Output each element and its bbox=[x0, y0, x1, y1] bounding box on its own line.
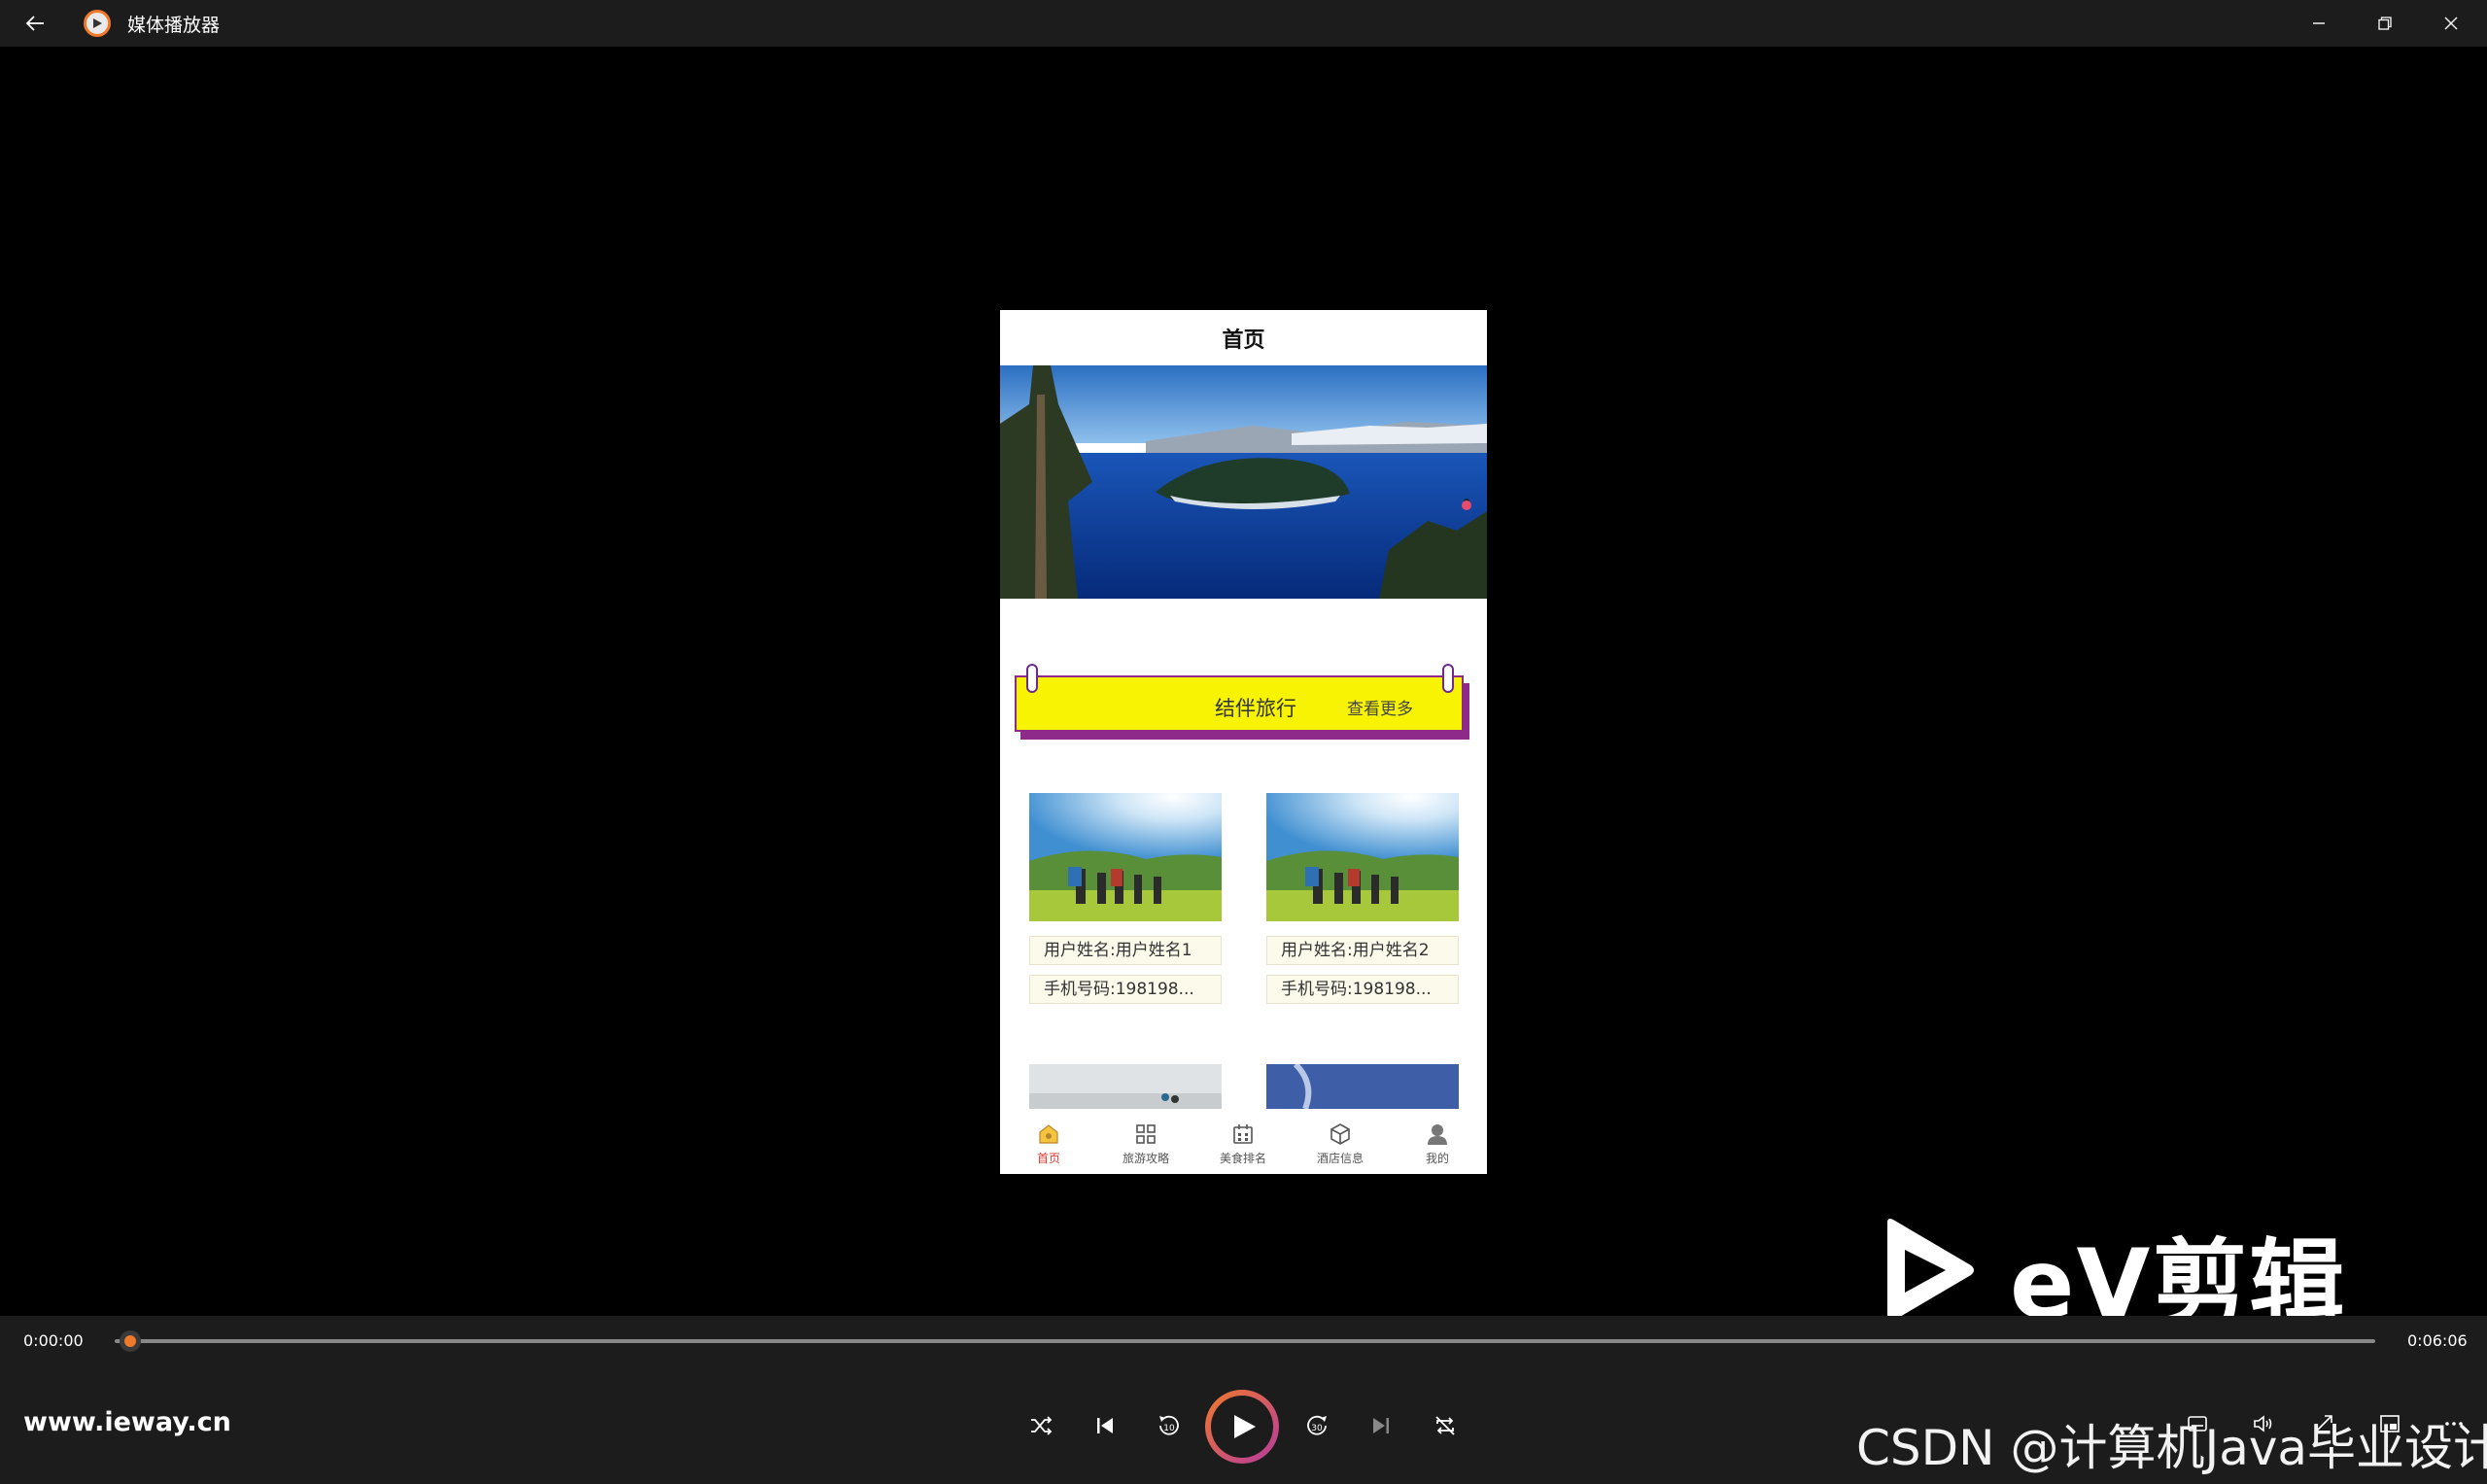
user-name-field: 用户姓名:用户姓名1 bbox=[1029, 936, 1222, 965]
hikers-image bbox=[1029, 793, 1222, 921]
carousel-indicator-dot[interactable] bbox=[1462, 500, 1471, 510]
play-button[interactable] bbox=[1205, 1390, 1279, 1464]
card-image-partial bbox=[1266, 1064, 1459, 1109]
ev-logo-play-icon bbox=[1887, 1219, 1974, 1322]
card-image-partial bbox=[1029, 1064, 1222, 1109]
forward-30-button[interactable]: 30 bbox=[1295, 1404, 1338, 1447]
svg-text:30: 30 bbox=[1311, 1424, 1323, 1433]
cube-icon bbox=[1330, 1123, 1350, 1145]
tab-hotel-info[interactable]: 酒店信息 bbox=[1292, 1117, 1389, 1174]
media-player-app-icon bbox=[84, 10, 111, 37]
tab-food-ranking[interactable]: 美食排名 bbox=[1194, 1117, 1292, 1174]
bottom-tab-bar: 首页 旅游攻略 美食排名 酒店信息 我的 bbox=[1000, 1117, 1487, 1174]
window-title: 媒体播放器 bbox=[127, 15, 221, 36]
calendar-icon bbox=[1233, 1124, 1253, 1144]
minimize-icon[interactable] bbox=[2286, 0, 2352, 47]
svg-text:10: 10 bbox=[1163, 1424, 1175, 1433]
phone-number-field: 手机号码:198198... bbox=[1029, 975, 1222, 1004]
restore-icon[interactable] bbox=[2352, 0, 2418, 47]
companion-card-1[interactable]: 用户姓名:用户姓名1 手机号码:198198... bbox=[1029, 793, 1222, 1004]
tab-mine[interactable]: 我的 bbox=[1389, 1117, 1486, 1174]
user-icon bbox=[1428, 1124, 1447, 1145]
shuffle-button[interactable] bbox=[1019, 1404, 1062, 1447]
hanger-hook-icon bbox=[1026, 664, 1038, 693]
companion-card-2[interactable]: 用户姓名:用户姓名2 手机号码:198198... bbox=[1266, 793, 1459, 1004]
tab-travel-guide[interactable]: 旅游攻略 bbox=[1097, 1117, 1194, 1174]
section-title: 结伴旅行 bbox=[1215, 697, 1296, 720]
close-icon[interactable] bbox=[2418, 0, 2484, 47]
current-time: 0:00:00 bbox=[23, 1331, 84, 1350]
seek-thumb[interactable] bbox=[120, 1330, 141, 1352]
view-more-link[interactable]: 查看更多 bbox=[1347, 695, 1413, 719]
shuffle-icon bbox=[1031, 1416, 1053, 1435]
hanger-hook-icon bbox=[1442, 664, 1454, 693]
repeat-button[interactable] bbox=[1424, 1404, 1467, 1447]
next-icon bbox=[1373, 1418, 1389, 1433]
seek-bar[interactable] bbox=[115, 1339, 2375, 1343]
total-time: 0:06:06 bbox=[2407, 1331, 2468, 1350]
playback-controls: 0:00:00 0:06:06 www.ieway.cn 10 30 CSDN … bbox=[0, 1316, 2487, 1484]
section-header: 结伴旅行 查看更多 bbox=[1015, 664, 1469, 740]
banner-lake-image bbox=[1000, 365, 1487, 599]
rewind-10-button[interactable]: 10 bbox=[1148, 1404, 1191, 1447]
watermark-url: www.ieway.cn bbox=[23, 1407, 231, 1437]
repeat-off-icon bbox=[1435, 1416, 1455, 1435]
csdn-watermark: CSDN @计算机Java毕业设计 bbox=[1856, 1420, 2487, 1476]
title-bar: 媒体播放器 bbox=[0, 0, 2487, 47]
user-name-field: 用户姓名:用户姓名2 bbox=[1266, 936, 1459, 965]
tab-home[interactable]: 首页 bbox=[1000, 1117, 1097, 1174]
previous-icon bbox=[1097, 1418, 1113, 1433]
grid-icon bbox=[1136, 1124, 1156, 1144]
previous-button[interactable] bbox=[1084, 1404, 1126, 1447]
home-icon bbox=[1039, 1124, 1058, 1144]
phone-number-field: 手机号码:198198... bbox=[1266, 975, 1459, 1004]
hikers-image bbox=[1266, 793, 1459, 921]
rewind-10-icon: 10 bbox=[1159, 1415, 1179, 1435]
page-title: 首页 bbox=[1222, 328, 1265, 353]
forward-30-icon: 30 bbox=[1307, 1415, 1327, 1435]
next-button[interactable] bbox=[1360, 1404, 1402, 1447]
play-icon bbox=[1234, 1415, 1256, 1438]
video-frame-phone-app: 首页 结伴旅行 查看更多 用户姓名:用户姓名1 手机号码:198198... 用… bbox=[1000, 310, 1487, 1174]
back-arrow-icon[interactable] bbox=[14, 4, 56, 43]
